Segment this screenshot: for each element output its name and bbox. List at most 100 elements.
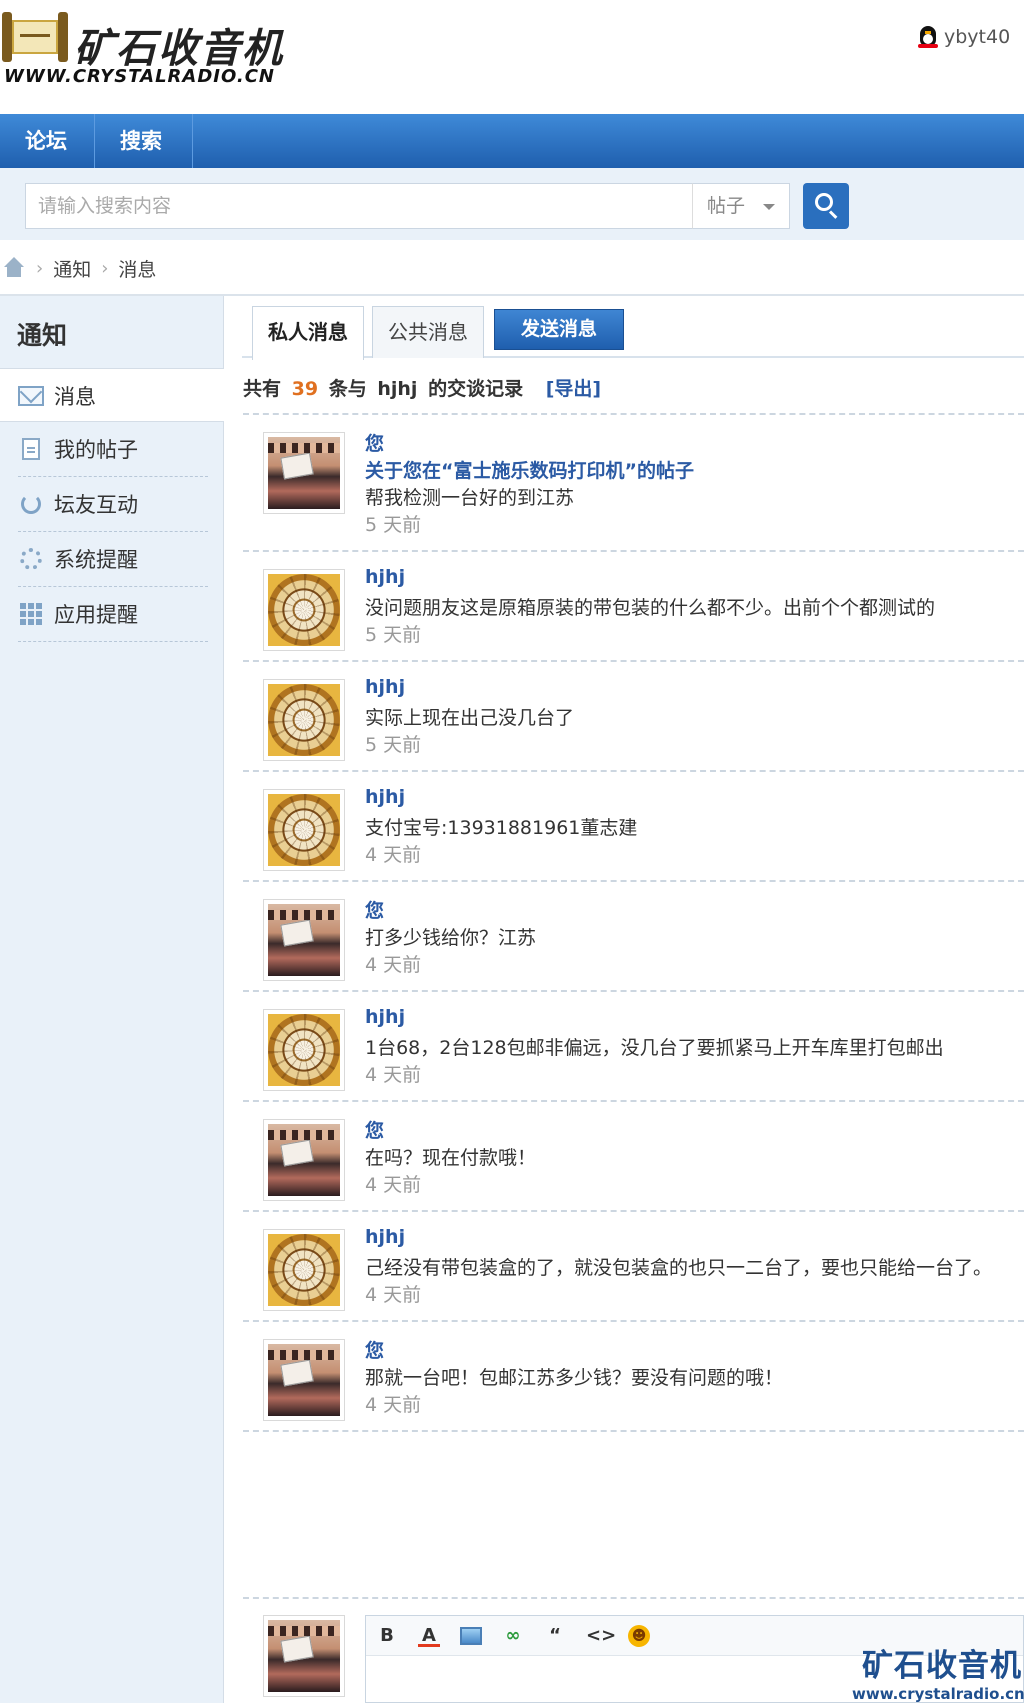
message-time: 4 天前 [365,954,422,976]
message-sender[interactable]: hjhj [365,566,405,588]
breadcrumb-message[interactable]: 消息 [118,255,156,282]
sidebar-item-label: 消息 [54,384,96,409]
message-sender[interactable]: hjhj [365,1226,405,1248]
message-time: 5 天前 [365,734,422,756]
username[interactable]: ybyt40 [944,26,1010,48]
message-time: 4 天前 [365,1174,422,1196]
message-text: 没问题朋友这是原箱原装的带包装的什么都不少。出前个个都测试的 [365,597,936,619]
site-watermark: 矿石收音机 www.crystalradio.cn [852,1640,1024,1703]
message-sender[interactable]: 您 [365,429,384,456]
qq-penguin-icon [918,26,938,48]
recycle-icon [21,494,41,514]
sidebar-item-label: 我的帖子 [54,438,138,462]
message-time: 5 天前 [365,624,422,646]
message-time: 4 天前 [365,1394,422,1416]
user-menu[interactable]: ybyt40 [918,26,1010,48]
gear-icon [20,548,42,570]
site-logo[interactable]: 矿石收音机 WWW.CRYSTALRADIO.CN [2,8,302,98]
logo-subtitle: WWW.CRYSTALRADIO.CN [4,66,275,87]
search-bar: 请输入搜索内容 帖子 [0,168,1024,240]
smiley-icon[interactable]: ☻ [628,1624,650,1647]
message-time: 4 天前 [365,1284,422,1306]
chevron-right-icon: › [101,257,109,279]
avatar[interactable] [263,1339,345,1421]
list-item: 您 那就一台吧！包邮江苏多少钱？要没有问题的哦！ 4 天前 [243,1322,1024,1432]
message-time: 4 天前 [365,844,422,866]
message-sender[interactable]: 您 [365,896,384,923]
watermark-url: www.crystalradio.cn [852,1685,1024,1703]
site-header: 矿石收音机 WWW.CRYSTALRADIO.CN ybyt40 [0,0,1024,112]
list-item: 您 关于您在“富士施乐数码打印机”的帖子 帮我检测一台好的到江苏 5 天前 [243,415,1024,552]
message-sender[interactable]: hjhj [365,676,405,698]
chevron-down-icon [763,204,775,210]
tab-public-messages[interactable]: 公共消息 [372,306,484,358]
search-type-select[interactable]: 帖子 [692,183,790,229]
avatar[interactable] [263,679,345,761]
nav-search[interactable]: 搜索 [95,114,193,168]
sidebar-item-my-posts[interactable]: 我的帖子 [18,422,208,477]
breadcrumb: › 通知 › 消息 [0,252,156,284]
sidebar-item-label: 坛友互动 [54,493,138,517]
summary-prefix: 共有 [243,378,282,400]
quote-button[interactable]: “ [544,1625,566,1647]
message-sender[interactable]: 您 [365,1336,384,1363]
message-sender[interactable]: 您 [365,1116,384,1143]
document-icon [22,438,40,460]
font-color-button[interactable]: A [418,1625,440,1647]
message-text: 支付宝号:13931881961董志建 [365,817,638,839]
message-text: 在吗？现在付款哦！ [365,1147,537,1169]
search-icon [815,193,833,211]
search-type-label: 帖子 [707,195,746,217]
summary-mid: 条与 [328,378,367,400]
message-tabs: 私人消息 公共消息 发送消息 [242,306,1024,360]
list-item: hjhj 实际上现在出己没几台了 5 天前 [243,662,1024,772]
avatar[interactable] [263,1009,345,1091]
sidebar-item-interaction[interactable]: 坛友互动 [18,477,208,532]
avatar[interactable] [263,789,345,871]
link-icon[interactable]: ∞ [502,1625,524,1647]
message-sender[interactable]: hjhj [365,786,405,808]
main-nav: 论坛 搜索 [0,114,1024,168]
message-text: 实际上现在出己没几台了 [365,707,575,729]
sidebar-title: 通知 [17,321,68,350]
message-text: 帮我检测一台好的到江苏 [365,487,575,509]
message-text: 己经没有带包装盒的了，就没包装盒的也只一二台了，要也只能给一台了。 [365,1257,993,1279]
list-item: 您 打多少钱给你？江苏 4 天前 [243,882,1024,992]
avatar[interactable] [263,1229,345,1311]
scroll-logo-icon [2,12,70,62]
avatar[interactable] [263,432,345,514]
home-icon[interactable] [2,257,26,279]
sidebar-item-messages[interactable]: 消息 [18,368,208,423]
sidebar-item-apps[interactable]: 应用提醒 [18,587,208,642]
message-text: 打多少钱给你？江苏 [365,927,537,949]
avatar [263,1615,345,1697]
code-button[interactable]: <> [586,1625,616,1647]
search-button[interactable] [803,183,849,229]
conversation-user[interactable]: hjhj [377,378,417,400]
avatar[interactable] [263,1119,345,1201]
list-item: 您 在吗？现在付款哦！ 4 天前 [243,1102,1024,1212]
message-subject[interactable]: 关于您在“富士施乐数码打印机”的帖子 [365,456,694,483]
watermark-title: 矿石收音机 [862,1648,1022,1684]
divider [243,1597,1024,1599]
sidebar-item-system[interactable]: 系统提醒 [18,532,208,587]
avatar[interactable] [263,569,345,651]
message-time: 4 天前 [365,1064,422,1086]
nav-forum[interactable]: 论坛 [0,114,95,168]
conversation-summary: 共有 39 条与 hjhj 的交谈记录 [导出] [243,374,601,401]
avatar[interactable] [263,899,345,981]
send-message-button[interactable]: 发送消息 [494,309,624,350]
tab-private-messages[interactable]: 私人消息 [252,306,364,360]
breadcrumb-notice[interactable]: 通知 [53,255,91,282]
bold-button[interactable]: B [376,1625,398,1647]
message-list: 您 关于您在“富士施乐数码打印机”的帖子 帮我检测一台好的到江苏 5 天前 hj… [243,413,1024,1432]
image-icon[interactable] [460,1626,482,1645]
chevron-right-icon: › [36,257,44,279]
export-link[interactable]: [导出] [546,378,601,400]
list-item: hjhj 己经没有带包装盒的了，就没包装盒的也只一二台了，要也只能给一台了。 4… [243,1212,1024,1322]
list-item: hjhj 没问题朋友这是原箱原装的带包装的什么都不少。出前个个都测试的 5 天前 [243,552,1024,662]
message-sender[interactable]: hjhj [365,1006,405,1028]
search-input[interactable]: 请输入搜索内容 [25,183,693,229]
grid-icon [20,603,42,625]
mail-icon [18,385,44,406]
